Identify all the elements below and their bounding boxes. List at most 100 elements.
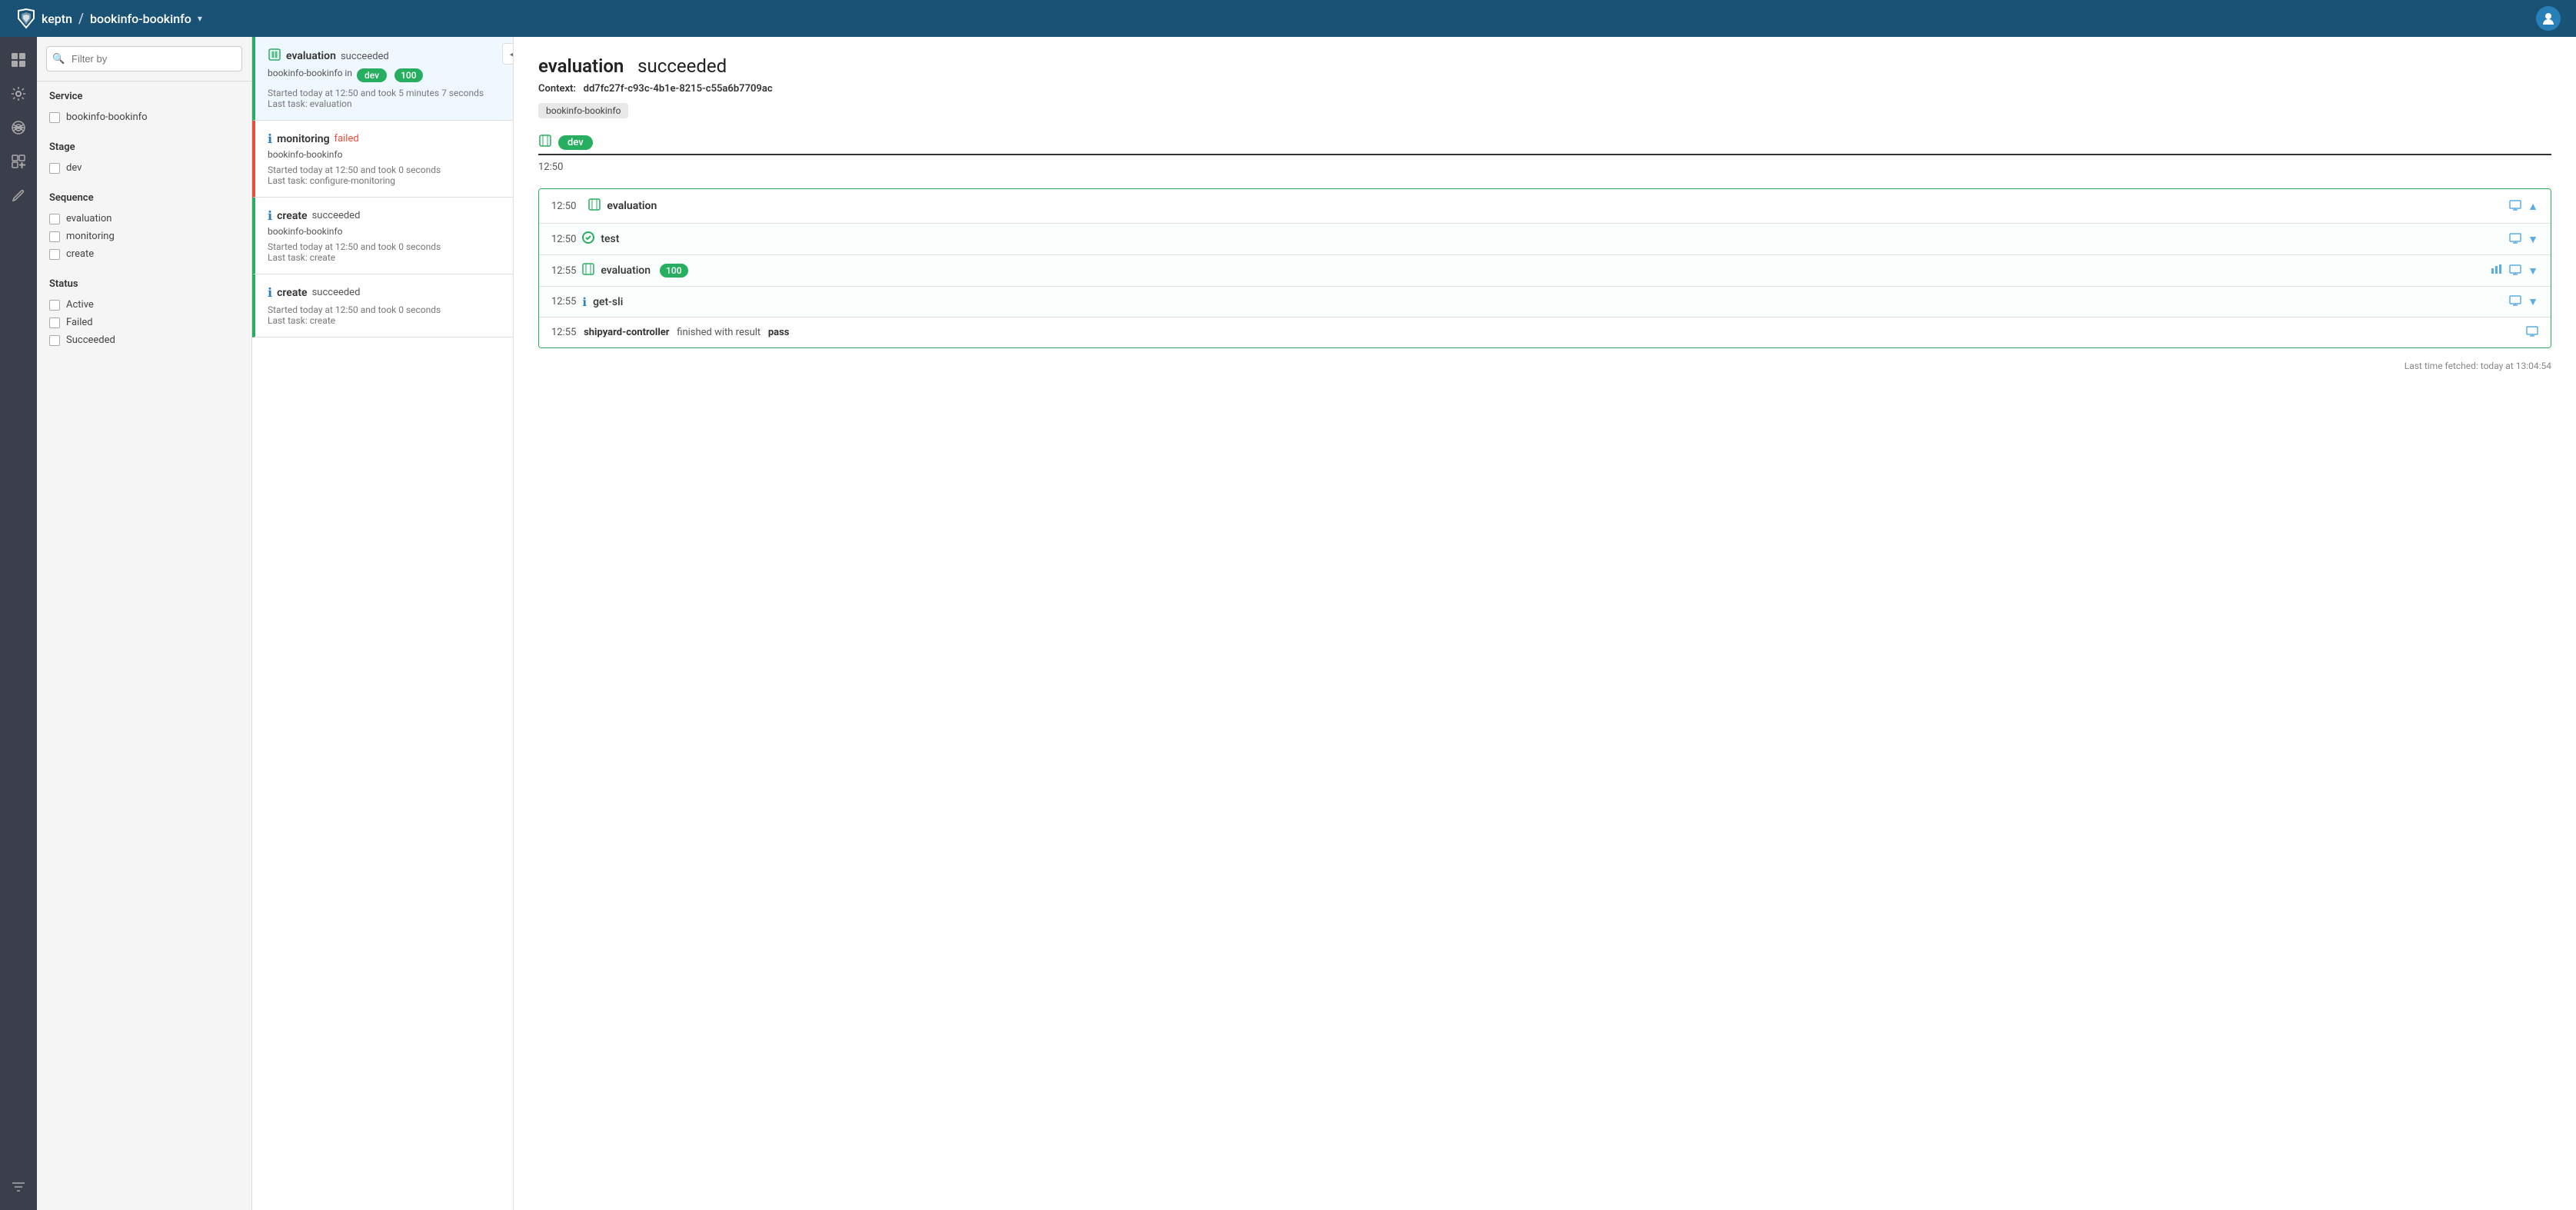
subtask-get-sli-expand-icon[interactable]: ▼ bbox=[2528, 295, 2538, 308]
subtask-evaluation-chip-icon bbox=[582, 263, 594, 278]
sequence-card-evaluation[interactable]: evaluation succeeded bookinfo-bookinfo i… bbox=[252, 37, 513, 121]
seq1-status: succeeded bbox=[341, 51, 389, 62]
filter-icon[interactable] bbox=[5, 1173, 32, 1201]
detail-panel: evaluation succeeded Context: dd7fc27f-c… bbox=[514, 37, 2576, 1210]
sequence-label-evaluation: evaluation bbox=[66, 213, 112, 224]
subtask-evaluation-expand-icon[interactable]: ▼ bbox=[2528, 264, 2538, 278]
sequence-card-create1[interactable]: ℹ create succeeded bookinfo-bookinfo Sta… bbox=[252, 198, 513, 274]
seq4-name: create bbox=[277, 287, 308, 299]
task-group-header-evaluation[interactable]: 12:50 evaluation bbox=[539, 189, 2551, 223]
status-checkbox-failed[interactable] bbox=[49, 317, 60, 328]
subtask-evaluation-monitor-icon[interactable] bbox=[2509, 264, 2521, 278]
timeline-section: dev 12:50 bbox=[538, 134, 2551, 173]
sequence-section-title: Sequence bbox=[49, 192, 239, 204]
sequence-list: ◀ evaluation succeeded bookinfo-bookinfo… bbox=[252, 37, 514, 1210]
integrations-icon[interactable] bbox=[5, 114, 32, 141]
seq4-status: succeeded bbox=[312, 287, 361, 298]
seq3-time: Started today at 12:50 and took 0 second… bbox=[268, 241, 501, 252]
result-time: 12:55 bbox=[551, 327, 576, 338]
seq1-service-row: bookinfo-bookinfo in dev 100 bbox=[268, 68, 501, 83]
task-result-row: 12:55 shipyard-controller finished with … bbox=[539, 317, 2551, 347]
result-monitor-icon[interactable] bbox=[2526, 325, 2538, 340]
result-text: 12:55 shipyard-controller finished with … bbox=[551, 327, 789, 338]
subtask-evaluation-barchart-icon[interactable] bbox=[2491, 264, 2503, 278]
project-dropdown-icon[interactable]: ▾ bbox=[198, 13, 202, 24]
detail-title: evaluation succeeded bbox=[538, 55, 2551, 77]
collapse-panel-button[interactable]: ◀ bbox=[502, 43, 514, 65]
filter-item-active[interactable]: Active bbox=[49, 296, 239, 314]
sequence-checkbox-evaluation[interactable] bbox=[49, 214, 60, 224]
timeline-stage-badge[interactable]: dev bbox=[558, 135, 593, 150]
task-monitor-icon[interactable] bbox=[2509, 199, 2521, 214]
user-avatar[interactable] bbox=[2536, 6, 2561, 31]
detail-title-sequence: evaluation bbox=[538, 55, 624, 77]
keptn-logo[interactable]: keptn bbox=[15, 8, 72, 29]
filter-item-create[interactable]: create bbox=[49, 245, 239, 263]
filter-item-succeeded[interactable]: Succeeded bbox=[49, 331, 239, 349]
evaluation-timeline-chip-icon bbox=[538, 134, 552, 151]
detail-context: Context: dd7fc27f-c93c-4b1e-8215-c55a6b7… bbox=[538, 83, 2551, 95]
seq1-score-badge: 100 bbox=[394, 68, 422, 82]
extensions-icon[interactable] bbox=[5, 148, 32, 175]
task-group-title: evaluation bbox=[607, 200, 657, 212]
filter-item-bookinfo[interactable]: bookinfo-bookinfo bbox=[49, 108, 239, 126]
stage-section-title: Stage bbox=[49, 141, 239, 153]
top-header: keptn / bookinfo-bookinfo ▾ bbox=[0, 0, 2576, 37]
subtask-get-sli-monitor-icon[interactable] bbox=[2509, 294, 2521, 309]
seq3-name: create bbox=[277, 210, 308, 222]
settings-icon[interactable] bbox=[5, 80, 32, 108]
subtask-test-monitor-icon[interactable] bbox=[2509, 232, 2521, 247]
status-checkbox-succeeded[interactable] bbox=[49, 335, 60, 346]
sequence-checkbox-create[interactable] bbox=[49, 249, 60, 260]
keptn-logo-text: keptn bbox=[42, 12, 72, 26]
monitoring-info-icon: ℹ bbox=[268, 131, 272, 146]
sequence-card-create2[interactable]: ℹ create succeeded Started today at 12:5… bbox=[252, 274, 513, 337]
seq4-time: Started today at 12:50 and took 0 second… bbox=[268, 304, 501, 315]
context-label: Context: bbox=[538, 83, 576, 95]
timeline-time: 12:50 bbox=[538, 161, 2551, 173]
subtask-evaluation-actions: ▼ bbox=[2491, 264, 2538, 278]
filter-item-monitoring[interactable]: monitoring bbox=[49, 228, 239, 245]
result-text-middle: finished with result bbox=[677, 327, 760, 338]
sequence-label-create: create bbox=[66, 248, 94, 260]
status-checkbox-active[interactable] bbox=[49, 300, 60, 311]
subtask-evaluation-left: 12:55 evaluation 100 bbox=[551, 263, 688, 278]
status-label-succeeded: Succeeded bbox=[66, 334, 115, 346]
subtask-test-check-icon bbox=[582, 231, 594, 247]
filter-item-dev[interactable]: dev bbox=[49, 159, 239, 177]
filter-panel: 🔍 Service bookinfo-bookinfo Stage dev Se… bbox=[37, 37, 252, 1210]
search-input[interactable] bbox=[46, 46, 242, 71]
timeline-line bbox=[538, 154, 2551, 155]
seq1-task: Last task: evaluation bbox=[268, 98, 501, 109]
subtask-get-sli-info-icon: ℹ bbox=[582, 295, 587, 309]
service-checkbox-bookinfo[interactable] bbox=[49, 112, 60, 123]
dashboard-icon[interactable] bbox=[5, 46, 32, 74]
stage-checkbox-dev[interactable] bbox=[49, 163, 60, 174]
seq3-task: Last task: create bbox=[268, 252, 501, 263]
seq1-service: bookinfo-bookinfo in bbox=[268, 68, 352, 78]
last-fetched: Last time fetched: today at 13:04:54 bbox=[538, 361, 2551, 371]
seq1-stage-badge[interactable]: dev bbox=[357, 68, 387, 82]
filter-item-failed[interactable]: Failed bbox=[49, 314, 239, 331]
subtask-test-name: test bbox=[601, 233, 619, 245]
sequence-card-monitoring[interactable]: ℹ monitoring failed bookinfo-bookinfo St… bbox=[252, 121, 513, 198]
status-label-active: Active bbox=[66, 299, 94, 311]
status-section-title: Status bbox=[49, 278, 239, 290]
sequence-checkbox-monitoring[interactable] bbox=[49, 231, 60, 242]
seq1-name: evaluation bbox=[286, 50, 336, 62]
subtask-test-actions: ▼ bbox=[2509, 232, 2538, 247]
stage-filter-section: Stage dev bbox=[37, 132, 251, 183]
subtask-test-left: 12:50 test bbox=[551, 231, 619, 247]
edit-icon[interactable] bbox=[5, 181, 32, 209]
task-group-collapse-icon[interactable]: ▲ bbox=[2528, 200, 2538, 213]
task-group-time: 12:50 bbox=[551, 201, 576, 212]
subtask-evaluation: 12:55 evaluation 100 bbox=[539, 254, 2551, 286]
filter-item-evaluation[interactable]: evaluation bbox=[49, 210, 239, 228]
project-name[interactable]: bookinfo-bookinfo bbox=[90, 12, 191, 26]
header-left: keptn / bookinfo-bookinfo ▾ bbox=[15, 8, 202, 29]
seq2-name: monitoring bbox=[277, 133, 329, 145]
seq2-service: bookinfo-bookinfo bbox=[268, 149, 501, 160]
subtask-test-expand-icon[interactable]: ▼ bbox=[2528, 233, 2538, 246]
breadcrumb-separator: / bbox=[78, 11, 84, 27]
timeline-header: dev bbox=[538, 134, 2551, 151]
